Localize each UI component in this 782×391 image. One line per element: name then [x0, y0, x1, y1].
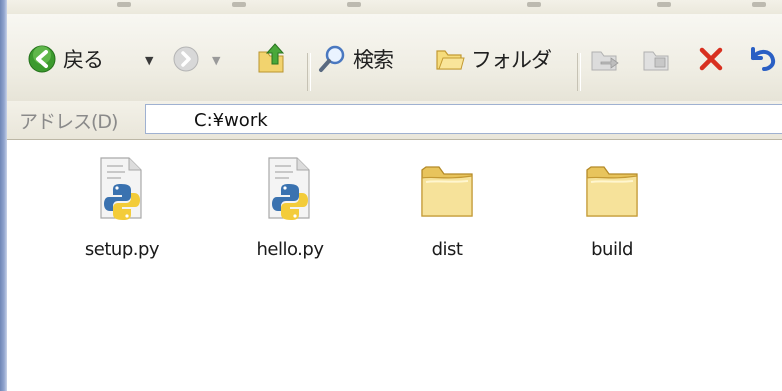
back-button[interactable]: 戻る [27, 44, 104, 74]
back-dropdown-arrow-icon[interactable]: ▼ [145, 54, 153, 67]
copy-to-folder-icon [643, 51, 669, 71]
file-name: build [591, 239, 633, 260]
file-item-dist[interactable]: dist [382, 154, 512, 269]
folder-icon [586, 166, 638, 217]
search-button[interactable]: 検索 [317, 44, 394, 74]
address-bar: アドレス(D) C:¥work [7, 101, 782, 140]
file-name: setup.py [84, 239, 160, 260]
address-input[interactable]: C:¥work [145, 104, 782, 134]
file-name: dist [431, 239, 463, 260]
menu-item-stub[interactable] [117, 2, 131, 7]
file-item-build[interactable]: build [547, 154, 677, 269]
python-file-icon [100, 157, 142, 220]
delete-x-icon [699, 47, 723, 71]
window-left-border [0, 0, 7, 391]
forward-dropdown-arrow-icon[interactable]: ▼ [212, 54, 220, 67]
move-to-folder-icon [591, 51, 619, 71]
undo-icon [751, 47, 776, 71]
folders-button-label: フォルダ [471, 48, 552, 72]
folders-button[interactable]: フォルダ [435, 44, 552, 74]
python-file-icon [268, 157, 310, 220]
copy-to-button[interactable] [641, 44, 673, 74]
file-item-setup-py[interactable]: setup.py [57, 154, 187, 269]
forward-arrow-icon [173, 46, 199, 72]
move-to-button[interactable] [589, 44, 621, 74]
up-folder-button[interactable] [255, 40, 289, 76]
menu-item-stub[interactable] [527, 2, 541, 7]
toolbar-separator [307, 53, 311, 91]
search-icon [319, 45, 345, 72]
folder-icon [421, 166, 473, 217]
menu-item-stub[interactable] [657, 2, 671, 7]
standard-toolbar: 戻る ▼ ▼ 検索 フォルダ [7, 14, 782, 109]
menu-item-stub[interactable] [232, 2, 246, 7]
toolbar-separator [577, 53, 581, 91]
forward-button[interactable] [172, 45, 200, 73]
up-folder-icon [258, 43, 285, 73]
menu-bar [7, 0, 782, 14]
menu-item-stub[interactable] [752, 2, 766, 7]
address-value: C:¥work [194, 110, 268, 131]
file-item-hello-py[interactable]: hello.py [225, 154, 355, 269]
file-list-view[interactable]: setup.py hello.py dist build [7, 140, 782, 391]
back-arrow-icon [28, 45, 56, 73]
search-button-label: 検索 [353, 48, 394, 72]
file-name: hello.py [256, 239, 324, 260]
back-button-label: 戻る [63, 48, 104, 72]
address-label: アドレス(D) [19, 111, 118, 133]
undo-button[interactable] [745, 43, 779, 73]
menu-item-stub[interactable] [347, 2, 361, 7]
folder-tree-icon [436, 50, 465, 70]
delete-button[interactable] [697, 45, 725, 73]
